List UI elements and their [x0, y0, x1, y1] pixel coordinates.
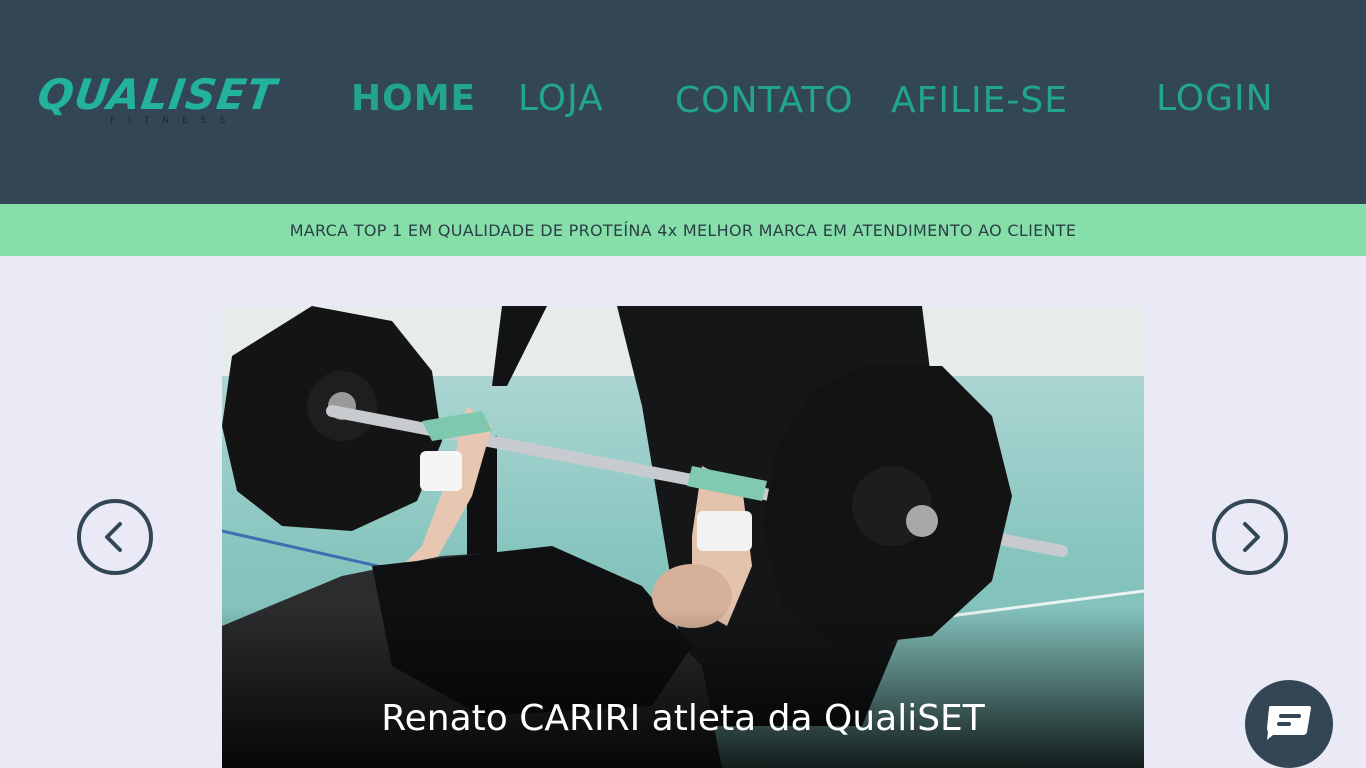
- chat-button[interactable]: [1245, 680, 1333, 768]
- nav-afilie-se[interactable]: AFILIE-SE: [891, 80, 1068, 121]
- carousel-slide[interactable]: Renato CARIRI atleta da QualiSET: [222, 306, 1144, 768]
- nav-home[interactable]: HOME: [351, 78, 476, 119]
- logo-tagline: FITNESS: [110, 116, 239, 126]
- chevron-right-icon: [1243, 522, 1260, 552]
- site-header: QUALISET FITNESS HOME LOJA CONTATO AFILI…: [0, 0, 1366, 204]
- promo-banner-text: MARCA TOP 1 EM QUALIDADE DE PROTEÍNA 4x …: [289, 220, 1077, 240]
- chat-icon: [1267, 706, 1311, 740]
- chevron-left-icon: [105, 522, 122, 552]
- nav-contato[interactable]: CONTATO: [675, 80, 854, 121]
- slide-caption: Renato CARIRI atleta da QualiSET: [381, 698, 985, 739]
- qualiset-logo[interactable]: QUALISET FITNESS: [34, 70, 280, 130]
- carousel-prev-button[interactable]: [77, 499, 153, 575]
- logo-wordmark: QUALISET: [34, 70, 280, 119]
- carousel-next-button[interactable]: [1212, 499, 1288, 575]
- promo-banner: MARCA TOP 1 EM QUALIDADE DE PROTEÍNA 4x …: [0, 204, 1366, 256]
- nav-loja[interactable]: LOJA: [518, 78, 604, 119]
- nav-login[interactable]: LOGIN: [1156, 78, 1274, 119]
